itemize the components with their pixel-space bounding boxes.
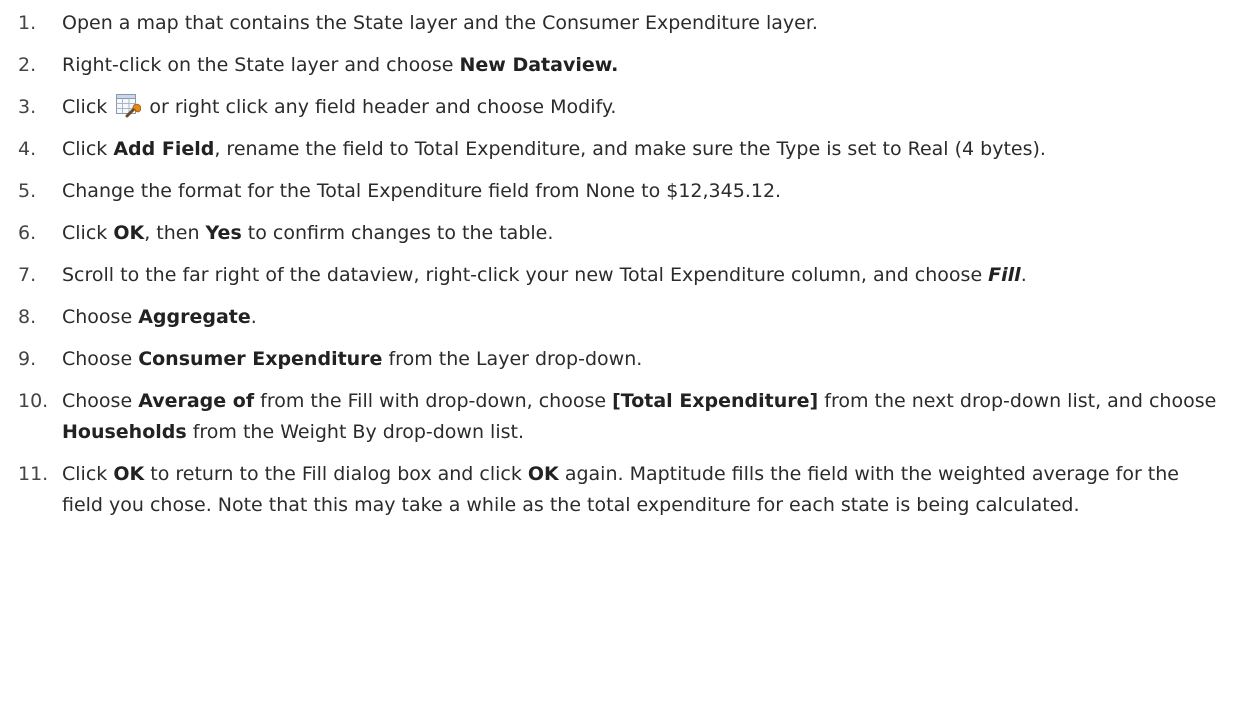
step-text-segment: or right click any field header and choo…	[143, 96, 617, 118]
step-text-segment: Click	[62, 463, 114, 485]
step-number: 2.	[18, 54, 37, 76]
step-text-segment: Click	[62, 222, 114, 244]
step-text-segment: Choose	[62, 348, 139, 370]
step-number: 3.	[18, 96, 37, 118]
step-item: 5. Change the format for the Total Expend…	[18, 176, 1219, 207]
step-text: Open a map that contains the State layer…	[62, 8, 1219, 39]
step-item: 10. Choose Average of from the Fill with …	[18, 386, 1219, 448]
step-bold-text: Consumer Expenditure	[138, 348, 383, 370]
step-text: Choose Average of from the Fill with dro…	[62, 386, 1219, 448]
step-bold-text: Aggregate	[138, 306, 251, 328]
modify-table-icon[interactable]	[115, 93, 142, 119]
step-item: 1. Open a map that contains the State lay…	[18, 8, 1219, 39]
step-text-segment: from the next drop-down list, and choose	[818, 390, 1217, 412]
step-text-segment: Click	[62, 138, 114, 160]
step-text: Scroll to the far right of the dataview,…	[62, 260, 1219, 291]
step-text: Choose Consumer Expenditure from the Lay…	[62, 344, 1219, 375]
step-bold-text: OK	[527, 463, 559, 485]
step-text: Click Add Field, rename the field to Tot…	[62, 134, 1219, 165]
step-bold-text: Add Field	[113, 138, 215, 160]
step-bold-text: OK	[113, 222, 145, 244]
step-text-segment: from the Fill with drop-down, choose	[254, 390, 613, 412]
step-item: 9. Choose Consumer Expenditure from the L…	[18, 344, 1219, 375]
step-item: 7. Scroll to the far right of the datavie…	[18, 260, 1219, 291]
step-text-segment: .	[1020, 264, 1027, 286]
step-bold-text: New Dataview.	[459, 54, 619, 76]
step-item: 4. Click Add Field, rename the field to T…	[18, 134, 1219, 165]
step-text: Change the format for the Total Expendit…	[62, 176, 1219, 207]
step-text-segment: Change the format for the Total Expendit…	[62, 180, 782, 202]
step-number: 10.	[18, 390, 49, 412]
step-number: 5.	[18, 180, 37, 202]
instruction-steps-list: 1. Open a map that contains the State lay…	[0, 0, 1239, 521]
step-item: 2. Right-click on the State layer and cho…	[18, 50, 1219, 81]
step-number: 11.	[18, 463, 49, 485]
step-number: 9.	[18, 348, 37, 370]
step-text-segment: Click	[62, 96, 114, 118]
step-item: 8. Choose Aggregate.	[18, 302, 1219, 333]
step-item: 6. Click OK, then Yes to confirm changes …	[18, 218, 1219, 249]
step-number: 1.	[18, 12, 37, 34]
step-text: Right-click on the State layer and choos…	[62, 50, 1219, 81]
step-bold-text: Average of	[138, 390, 255, 412]
step-number: 6.	[18, 222, 37, 244]
step-text-segment: .	[250, 306, 257, 328]
step-number: 4.	[18, 138, 37, 160]
step-text: Click OK to return to the Fill dialog bo…	[62, 459, 1219, 521]
step-bold-text: Yes	[205, 222, 242, 244]
step-text-segment: from the Weight By drop-down list.	[186, 421, 525, 443]
step-text: Click or right click any field header an…	[62, 92, 1219, 123]
step-number: 8.	[18, 306, 37, 328]
step-text-segment: Choose	[62, 390, 139, 412]
step-bold-text: OK	[113, 463, 145, 485]
step-text: Click OK, then Yes to confirm changes to…	[62, 218, 1219, 249]
step-bold-text: [Total Expenditure]	[612, 390, 819, 412]
step-text-segment: Right-click on the State layer and choos…	[62, 54, 460, 76]
step-item: 11. Click OK to return to the Fill dialog…	[18, 459, 1219, 521]
step-text-segment: Open a map that contains the State layer…	[62, 12, 818, 34]
step-text-segment: to confirm changes to the table.	[241, 222, 554, 244]
step-text-segment: , then	[144, 222, 206, 244]
step-bold-text: Fill	[988, 264, 1021, 286]
step-number: 7.	[18, 264, 37, 286]
step-emphasis: Fill	[988, 264, 1021, 286]
step-text-segment: to return to the Fill dialog box and cli…	[144, 463, 528, 485]
step-text: Choose Aggregate.	[62, 302, 1219, 333]
step-bold-text: Households	[62, 421, 187, 443]
step-item: 3. Click or right click any field header …	[18, 92, 1219, 123]
step-text-segment: , rename the field to Total Expenditure,…	[214, 138, 1046, 160]
step-text-segment: Scroll to the far right of the dataview,…	[62, 264, 989, 286]
step-text-segment: from the Layer drop-down.	[382, 348, 643, 370]
step-text-segment: Choose	[62, 306, 139, 328]
